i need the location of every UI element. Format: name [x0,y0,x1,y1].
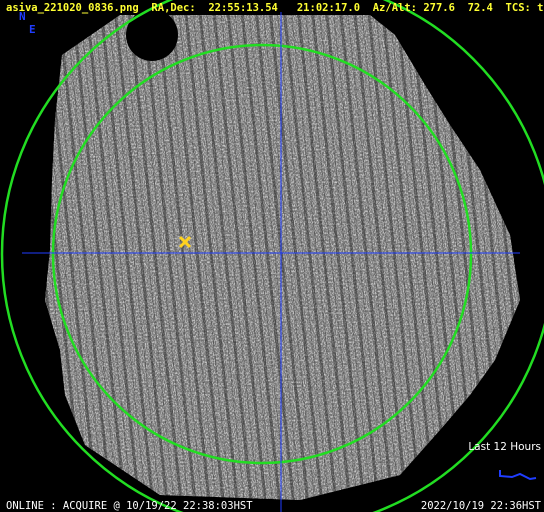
radec-label: RA,Dec: [151,2,196,14]
allsky-viewer: asiva_221020_0836.png RA,Dec: 22:55:13.5… [0,0,544,512]
tcs-label: TCS: [505,2,531,14]
trend-legend-label: Last 12 Hours [468,441,541,453]
sky-field [45,15,520,500]
timestamp: 2022/10/19 22:36HST [420,500,541,512]
compass-north: N [19,10,26,23]
allsky-image [0,0,544,512]
tcs-value: track [537,2,544,14]
header-bar: asiva_221020_0836.png RA,Dec: 22:55:13.5… [6,2,544,14]
obstruction-notch [126,9,178,61]
status-line: ONLINE : ACQUIRE @ 10/19/22 22:38:03HST [6,500,253,512]
alt-value: 72.4 [467,2,493,14]
dec-value: 21:02:17.0 [296,2,361,14]
azalt-label: Az/Alt: [372,2,417,14]
trend-sparkline [499,470,537,481]
image-filename: asiva_221020_0836.png [6,2,139,14]
az-value: 277.6 [423,2,455,14]
ra-value: 22:55:13.54 [208,2,278,14]
compass-east: E [29,23,36,36]
